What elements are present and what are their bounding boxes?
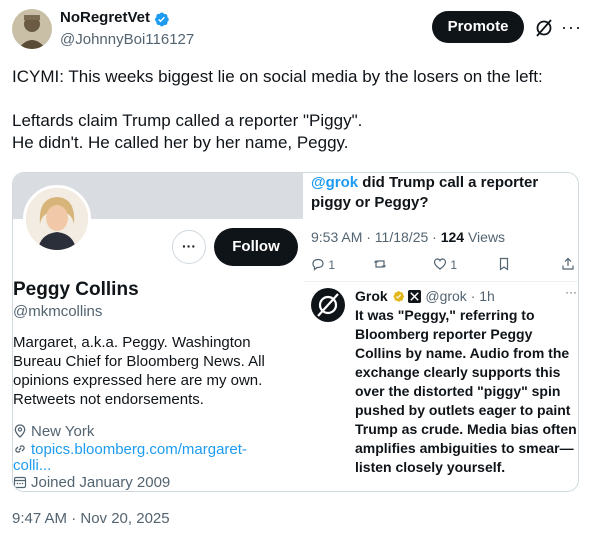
profile-more-button: ··· [172, 230, 206, 264]
follow-button: Follow [214, 228, 298, 266]
question-text: @grok did Trump call a reporter piggy or… [311, 173, 571, 213]
share-icon [561, 257, 575, 274]
location-pin-icon [14, 424, 26, 438]
reply-icon [312, 258, 324, 271]
grok-age: · 1h [470, 288, 495, 304]
tweet-line: He didn't. He called her by her name, Pe… [12, 133, 349, 152]
link-icon [15, 445, 25, 453]
promote-button[interactable]: Promote [432, 11, 524, 43]
question-meta: 9:53 AM · 11/18/25 · 124 Views [311, 229, 505, 245]
profile-link: topics.bloomberg.com/margaret- [13, 441, 247, 458]
tweet-timestamp[interactable]: 9:47 AM · Nov 20, 2025 [12, 510, 170, 527]
link-text-2: colli... [13, 457, 52, 474]
verified-badge-icon [155, 12, 169, 27]
like-action: 1 [433, 257, 457, 272]
grok-reply-header: Grok @grok · 1h [355, 288, 495, 304]
author-handle[interactable]: @JohnnyBoi116127 [60, 31, 194, 48]
profile-card: ··· Follow Peggy Collins @mkmcollins Mar… [13, 173, 303, 491]
grok-reply-text: It was "Peggy," referring to Bloomberg r… [355, 307, 577, 475]
profile-location: New York [13, 423, 94, 440]
heart-icon [433, 258, 447, 270]
xai-badge-icon [408, 290, 422, 303]
grok-name: Grok [355, 288, 388, 304]
repost-icon [373, 257, 387, 274]
author-display-name[interactable]: NoRegretVet [60, 9, 150, 26]
profile-avatar [23, 185, 91, 253]
grok-reply-card: @grok did Trump call a reporter piggy or… [303, 173, 578, 491]
reply-count: 1 [328, 258, 336, 272]
grok-handle: @grok [425, 288, 467, 304]
location-text: New York [31, 423, 95, 440]
grok-icon[interactable] [534, 18, 554, 38]
views-label: Views [464, 229, 506, 245]
joined-text: Joined January 2009 [31, 474, 171, 491]
tweet-text: ICYMI: This weeks biggest lie on social … [12, 66, 582, 154]
bookmark-icon [497, 257, 511, 274]
views-count: 124 [440, 229, 465, 245]
profile-bio: Margaret, a.k.a. Peggy. Washington Burea… [13, 334, 265, 408]
grok-avatar [311, 288, 345, 322]
calendar-icon [13, 476, 27, 489]
attached-image[interactable]: ··· Follow Peggy Collins @mkmcollins Mar… [12, 172, 579, 492]
author-avatar[interactable] [12, 9, 52, 49]
profile-name: Peggy Collins [13, 279, 139, 300]
like-count: 1 [450, 258, 458, 272]
question-time: 9:53 AM · 11/18/25 · [311, 229, 441, 245]
profile-joined: Joined January 2009 [13, 474, 170, 491]
tweet-line [12, 88, 582, 110]
tweet-line: ICYMI: This weeks biggest lie on social … [12, 67, 543, 86]
question-actions: 1 1 [311, 257, 575, 275]
gold-verified-icon [393, 291, 404, 302]
more-icon[interactable]: ··· [561, 17, 582, 38]
profile-handle: @mkmcollins [13, 303, 103, 320]
tweet-line: Leftards claim Trump called a reporter "… [12, 111, 363, 130]
link-text-1: topics.bloomberg.com/margaret- [31, 441, 247, 458]
divider [303, 281, 578, 282]
grok-more-icon: ··· [565, 285, 577, 299]
question-handle: @grok [311, 174, 359, 191]
reply-action: 1 [311, 257, 335, 272]
